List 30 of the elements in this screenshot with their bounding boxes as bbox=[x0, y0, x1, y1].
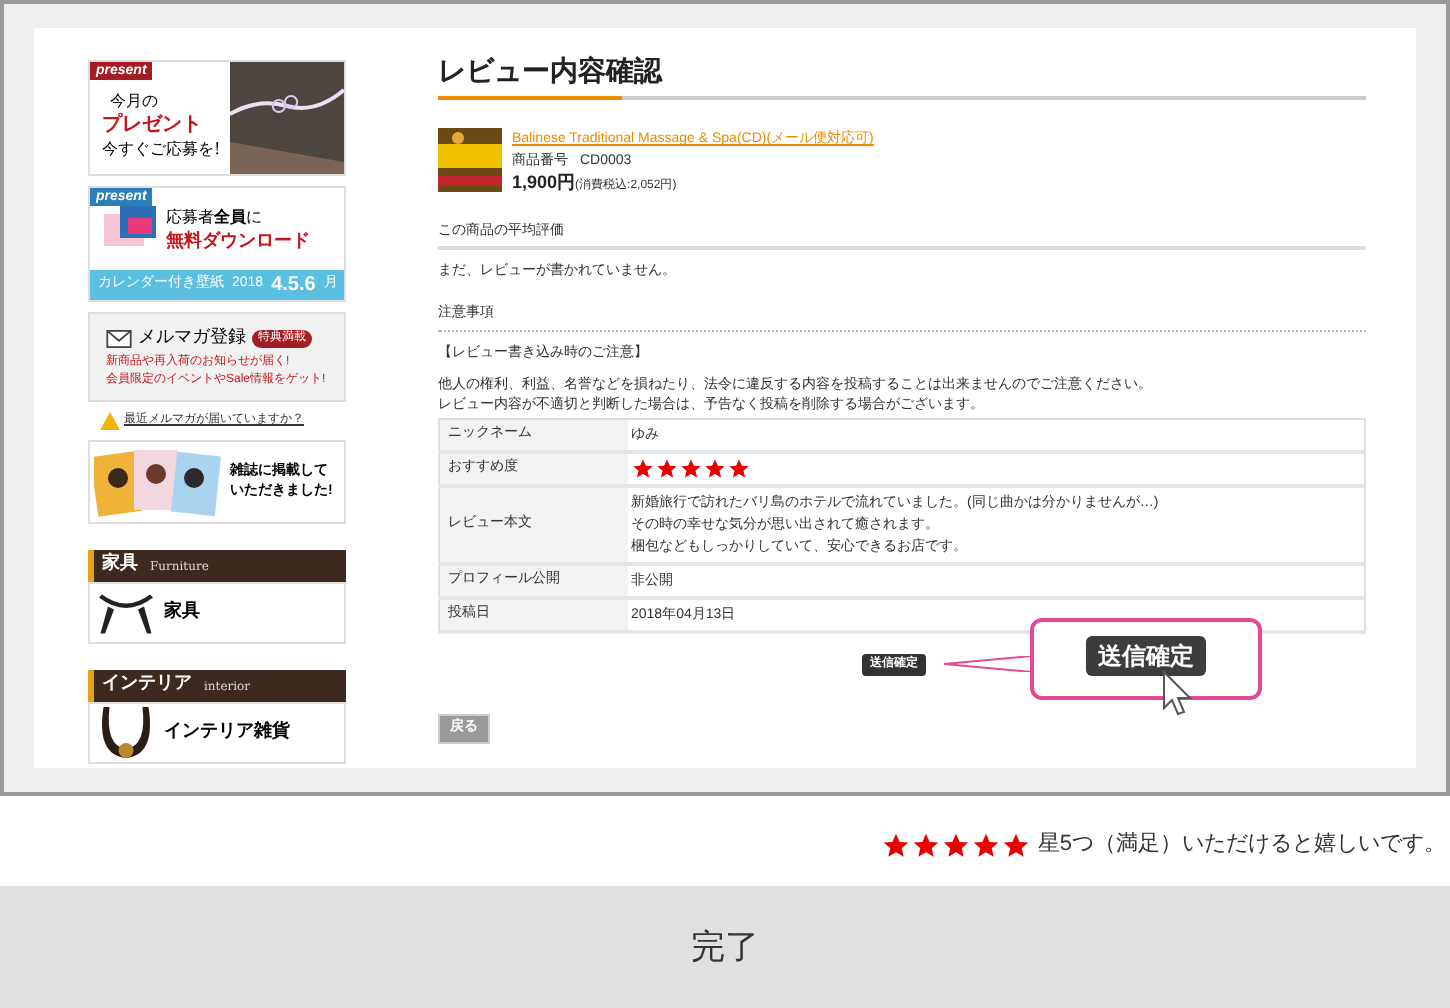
star-icon bbox=[941, 831, 970, 859]
banner-title: メルマガ登録 bbox=[138, 325, 246, 352]
star-icon bbox=[881, 831, 910, 859]
warning-icon bbox=[100, 412, 120, 430]
star-icon bbox=[971, 831, 1000, 859]
category-item[interactable]: インテリア雑貨 bbox=[88, 702, 346, 764]
star-icon bbox=[679, 458, 701, 480]
star-icon bbox=[911, 831, 940, 859]
star-icon bbox=[727, 458, 749, 480]
banner-text: 今月の bbox=[108, 89, 160, 111]
page-title: レビュー内容確認 bbox=[438, 52, 665, 88]
footer-label: 完了 bbox=[691, 925, 759, 970]
banner-text: プレゼント bbox=[102, 111, 204, 137]
banner-text: 今すぐご応募を! bbox=[102, 137, 223, 159]
star-icon bbox=[655, 458, 677, 480]
horseshoe-icon bbox=[96, 703, 156, 763]
category-item[interactable]: 家具 bbox=[88, 582, 346, 644]
banner-text: 応募者全員に bbox=[166, 204, 264, 230]
star-icon bbox=[703, 458, 725, 480]
submit-button-zoomed[interactable]: 送信確定 bbox=[1086, 636, 1206, 676]
category-title: インテリア bbox=[102, 672, 192, 699]
stool-icon bbox=[96, 589, 156, 637]
category-title: 家具 bbox=[102, 552, 138, 579]
caption-text: 星5つ（満足）いただけると嬉しいです。 bbox=[1037, 830, 1446, 861]
star-icon bbox=[1001, 831, 1030, 859]
star-icon bbox=[631, 458, 653, 480]
product-price: 1,900円 bbox=[512, 172, 576, 194]
banner-text: 無料ダウンロード bbox=[166, 230, 310, 254]
envelope-icon bbox=[106, 330, 132, 348]
banner-text: 4.5.6 bbox=[271, 272, 316, 300]
